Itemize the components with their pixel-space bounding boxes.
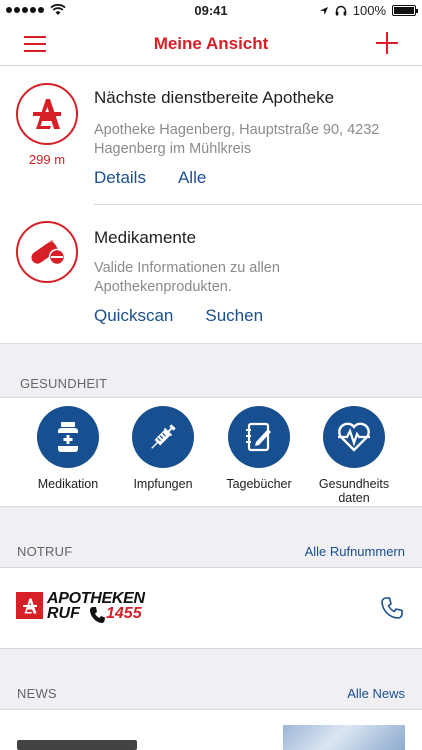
phone-icon[interactable] xyxy=(380,596,404,620)
impfungen-label: Impfungen xyxy=(133,477,193,491)
gesundheitsdaten-tile[interactable]: Gesundheits daten xyxy=(308,406,400,505)
impfungen-tile[interactable]: Impfungen xyxy=(117,406,209,491)
medikation-label: Medikation xyxy=(37,477,99,491)
news-section-header: NEWS Alle News xyxy=(0,648,422,710)
apothekenruf-row[interactable]: APOTHEKEN RUF 1455 xyxy=(0,568,422,648)
medication-links: Quickscan Suchen xyxy=(94,306,263,326)
page-title: Meine Ansicht xyxy=(153,34,269,53)
medication-title: Medikamente xyxy=(94,228,197,247)
news-item[interactable] xyxy=(0,710,422,750)
news-section-title: NEWS xyxy=(17,686,57,701)
pharmacy-address: Apotheke Hagenberg, Hauptstraße 90, 4232… xyxy=(94,122,380,157)
status-bar: 09:41 100% xyxy=(0,0,422,22)
location-arrow-icon xyxy=(319,6,328,15)
quickscan-link[interactable]: Quickscan xyxy=(94,306,173,326)
pharmacy-card[interactable]: 299 m Nächste dienstbereite Apotheke Apo… xyxy=(0,67,422,205)
medication-card[interactable]: Medikamente Valide Informationen zu alle… xyxy=(0,205,422,343)
tagebuecher-label: Tagebücher xyxy=(226,477,292,491)
syringe-icon xyxy=(132,406,194,468)
battery-percent: 100% xyxy=(352,3,386,18)
news-headline-partial xyxy=(17,740,137,750)
all-numbers-link[interactable]: Alle Rufnummern xyxy=(305,544,405,559)
pharmacy-title: Nächste dienstbereite Apotheke xyxy=(94,88,335,107)
distance-label: 299 m xyxy=(28,152,66,167)
medication-description: Valide Informationen zu allen Apothekenp… xyxy=(94,260,280,295)
logo-phone-icon xyxy=(89,606,105,624)
all-pharmacies-link[interactable]: Alle xyxy=(178,168,206,188)
apothekenruf-a-icon xyxy=(16,592,43,619)
search-link[interactable]: Suchen xyxy=(205,306,263,326)
ruf-word: RUF xyxy=(47,605,80,622)
pill-icon xyxy=(16,221,78,283)
medikation-tile[interactable]: Medikation xyxy=(22,406,114,491)
notruf-section-header: NOTRUF Alle Rufnummern xyxy=(0,506,422,568)
gesundheitsdaten-label: Gesundheits daten xyxy=(318,477,390,505)
all-news-link[interactable]: Alle News xyxy=(347,686,405,701)
tagebuecher-tile[interactable]: Tagebücher xyxy=(213,406,305,491)
notebook-icon xyxy=(228,406,290,468)
apothekenruf-logo: APOTHEKEN RUF 1455 xyxy=(16,590,176,624)
health-section-title: GESUNDHEIT xyxy=(20,376,108,391)
apotheke-a-icon xyxy=(16,83,78,145)
health-section-header: GESUNDHEIT xyxy=(0,343,422,398)
health-tiles: Medikation Impfungen Tagebücher Gesundhe… xyxy=(0,398,422,506)
pill-bottle-icon xyxy=(37,406,99,468)
battery-icon xyxy=(392,5,418,16)
headphones-icon xyxy=(335,5,346,16)
news-thumbnail xyxy=(283,725,405,750)
status-right: 100% xyxy=(319,3,418,18)
navigation-bar: Meine Ansicht xyxy=(0,22,422,66)
details-link[interactable]: Details xyxy=(94,168,146,188)
heart-pulse-icon xyxy=(323,406,385,468)
pharmacy-links: Details Alle xyxy=(94,168,206,188)
apothekenruf-number: 1455 xyxy=(106,605,142,622)
notruf-section-title: NOTRUF xyxy=(17,544,73,559)
plus-icon[interactable] xyxy=(376,32,398,54)
